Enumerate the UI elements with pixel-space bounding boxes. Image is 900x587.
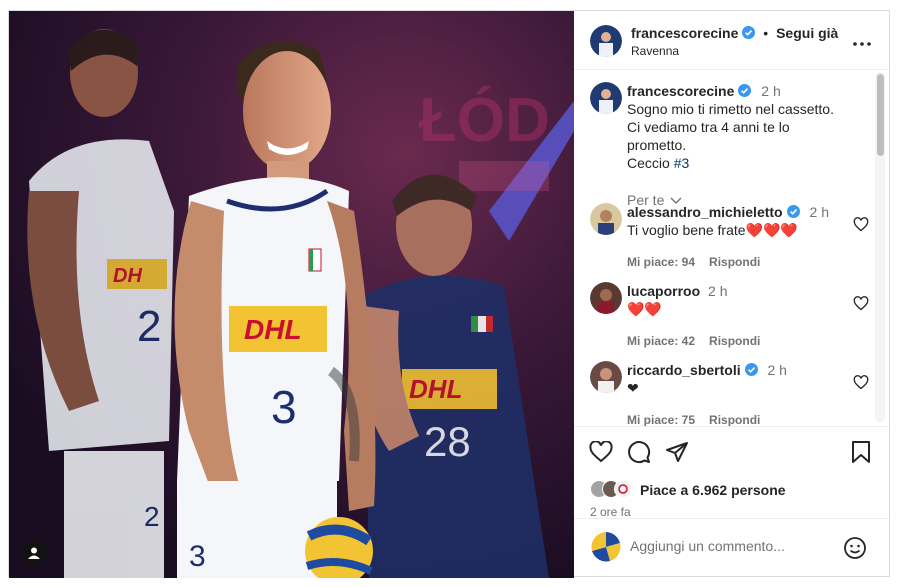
avatar[interactable] — [590, 82, 622, 114]
avatar[interactable] — [590, 361, 622, 393]
post-caption: francescorecine 2 h Sogno mio ti rimetto… — [590, 82, 869, 208]
comments-scrollbar[interactable] — [875, 72, 885, 422]
heart-icon[interactable] — [589, 441, 613, 463]
likers-avatars[interactable] — [590, 480, 638, 498]
verified-badge-icon — [742, 26, 756, 39]
scrollbar-thumb[interactable] — [877, 74, 884, 156]
follow-button[interactable]: Segui già — [776, 25, 838, 41]
instagram-post: ŁÓD DH 2 2 DHL 28 DHL 3 3 francescorecin… — [8, 10, 890, 578]
avatar[interactable] — [590, 203, 622, 235]
comment-likes[interactable]: Mi piace: 42 — [627, 334, 695, 348]
post-header: francescorecine • Segui già Ravenna — [574, 11, 889, 70]
caption-line: Ceccio — [627, 155, 670, 171]
tagged-users-button[interactable] — [21, 540, 47, 566]
comment-item: alessandro_michieletto 2 h Ti voglio ben… — [590, 203, 869, 273]
comment-text: ❤ — [627, 380, 639, 396]
verified-badge-icon — [738, 84, 752, 97]
reply-button[interactable]: Rispondi — [709, 334, 760, 348]
svg-text:2: 2 — [144, 501, 160, 532]
heart-icon[interactable] — [853, 217, 869, 232]
share-icon[interactable] — [665, 440, 689, 464]
post-side-panel: francescorecine • Segui già Ravenna fran… — [574, 11, 889, 576]
heart-icon[interactable] — [853, 375, 869, 390]
verified-badge-icon — [786, 205, 800, 218]
avatar[interactable] — [590, 25, 622, 57]
location[interactable]: Ravenna — [631, 44, 679, 58]
comment-time: 2 h — [708, 283, 728, 299]
likes-count[interactable]: Piace a 6.962 persone — [640, 482, 786, 498]
main-player-number: 3 — [271, 381, 297, 433]
more-icon — [853, 42, 871, 46]
comment-item: lucaporroo 2 h ❤️❤️ Mi piace: 42 Rispondi — [590, 282, 869, 352]
heart-icon[interactable] — [853, 296, 869, 311]
back-player-number: 28 — [424, 418, 471, 465]
svg-text:ŁÓD: ŁÓD — [419, 86, 550, 155]
verified-badge-icon — [744, 363, 758, 376]
caption-line: Sogno mio ti rimetto nel cassetto. — [627, 101, 834, 117]
comment-time: 2 h — [809, 204, 829, 220]
header-username[interactable]: francescorecine — [631, 25, 738, 41]
comment-time: 2 h — [767, 362, 787, 378]
comment-text: Ti voglio bene frate❤️❤️❤️ — [627, 222, 798, 238]
comment-likes[interactable]: Mi piace: 94 — [627, 255, 695, 269]
add-comment-bar: Aggiungi un commento... — [574, 518, 889, 576]
comment-likes[interactable]: Mi piace: 75 — [627, 413, 695, 426]
emoji-icon[interactable] — [843, 536, 867, 560]
caption-line: Ci vediamo tra 4 anni te lo prometto. — [627, 119, 790, 153]
avatar[interactable] — [590, 282, 622, 314]
comment-username[interactable]: alessandro_michieletto — [627, 204, 783, 220]
svg-text:DH: DH — [113, 265, 142, 287]
main-player-sponsor: DHL — [244, 314, 302, 345]
reply-button[interactable]: Rispondi — [709, 413, 760, 426]
back-player-sponsor: DHL — [409, 374, 462, 404]
hashtag-link[interactable]: #3 — [674, 155, 690, 171]
caption-username[interactable]: francescorecine — [627, 83, 734, 99]
comment-input[interactable]: Aggiungi un commento... — [630, 538, 785, 554]
user-tag-icon — [28, 547, 40, 559]
avatar — [590, 531, 622, 563]
comment-username[interactable]: lucaporroo — [627, 283, 700, 299]
shorts-number: 3 — [189, 540, 206, 573]
caption-time: 2 h — [761, 83, 781, 99]
post-timestamp[interactable]: 2 ore fa — [590, 505, 631, 519]
more-options-button[interactable] — [853, 33, 871, 51]
post-photo: ŁÓD DH 2 2 DHL 28 DHL 3 3 — [9, 11, 574, 578]
comments-area[interactable]: francescorecine 2 h Sogno mio ti rimetto… — [574, 70, 889, 426]
comment-text: ❤️❤️ — [627, 301, 662, 317]
svg-text:2: 2 — [137, 302, 161, 351]
reply-button[interactable]: Rispondi — [709, 255, 760, 269]
header-separator: • — [763, 25, 769, 41]
comment-icon[interactable] — [627, 440, 651, 464]
bookmark-icon[interactable] — [851, 440, 871, 464]
comment-item: riccardo_sbertoli 2 h ❤ Mi piace: 75 Risp… — [590, 361, 869, 426]
comment-username[interactable]: riccardo_sbertoli — [627, 362, 741, 378]
